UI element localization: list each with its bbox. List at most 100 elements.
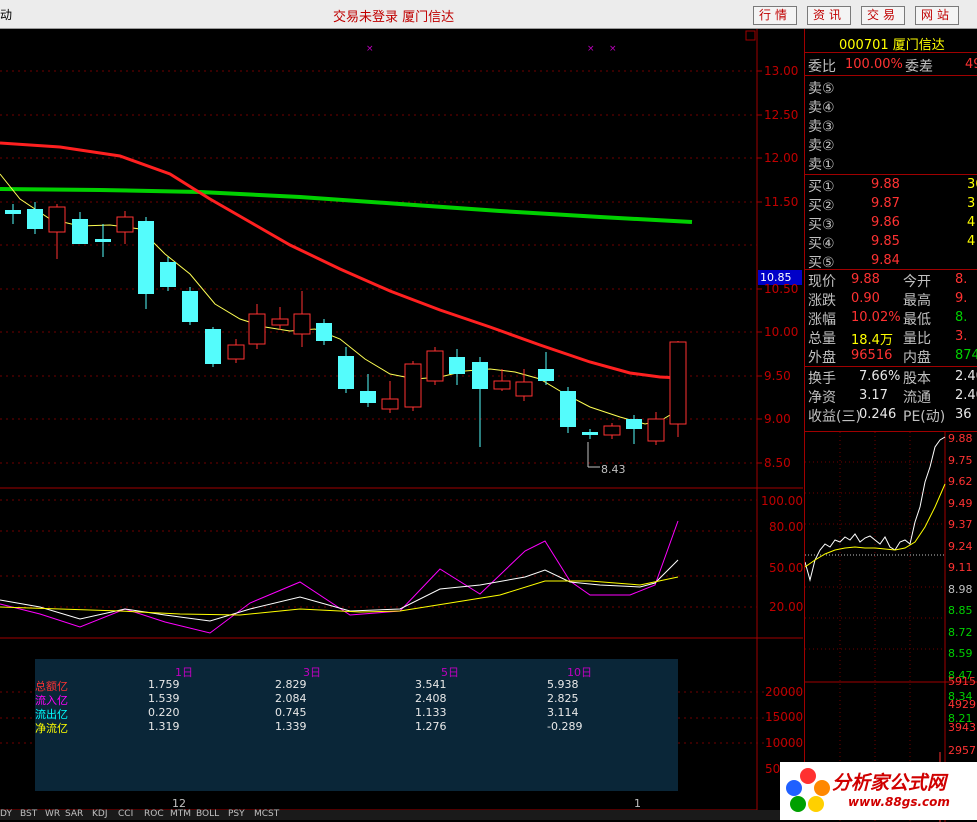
indicator-tab[interactable]: KDJ: [92, 809, 108, 819]
stat-value: 9.: [955, 291, 968, 306]
stat-value: 0.246: [859, 407, 897, 422]
logo-text: 分析家公式网: [832, 772, 947, 794]
buy-level-volume: 4: [967, 215, 976, 230]
indicator-tab[interactable]: SAR: [65, 809, 83, 819]
ma-mid-line: [0, 141, 681, 380]
buy-level-label: 买④: [808, 236, 835, 252]
price-axis-label: 12.00: [764, 151, 799, 165]
buy-level-price: 9.87: [871, 196, 900, 211]
indicator-tab[interactable]: ROC: [144, 809, 164, 819]
price-axis-label: 10.00: [764, 325, 799, 339]
fund-cell: 1.319: [148, 720, 180, 733]
event-marker: ×: [609, 44, 617, 54]
indicator-tab[interactable]: BOLL: [196, 809, 219, 819]
indicator-axis-label: 100.00: [761, 494, 803, 508]
window-title: 交易未登录 厦门信达: [333, 10, 455, 25]
candlestick: [381, 398, 399, 410]
indicator-tab[interactable]: PSY: [228, 809, 245, 819]
fund-cell: 3.114: [547, 706, 579, 719]
fund-cell: 3.541: [415, 678, 447, 691]
ma-long-line: [0, 187, 693, 224]
candlestick: [515, 381, 533, 397]
indicator-tab[interactable]: CCI: [118, 809, 133, 819]
stat-label: 内盘: [903, 350, 931, 366]
candlestick: [160, 262, 176, 287]
event-marker: ×: [366, 44, 374, 54]
candlestick: [493, 380, 511, 390]
nav-button-news[interactable]: 资讯: [807, 6, 851, 25]
fund-cell: -0.289: [547, 720, 583, 733]
candlestick: [360, 391, 376, 403]
candlestick: [647, 418, 665, 442]
indicator-line-2: [0, 559, 679, 622]
volume-axis-label: 20000: [765, 685, 804, 699]
stat-value: 3.17: [859, 388, 888, 403]
stat-value: 8.: [955, 310, 968, 325]
candlestick: [538, 369, 554, 381]
sell-level-label: 卖②: [808, 138, 835, 154]
stat-value: 7.66%: [859, 369, 901, 384]
indicator-tab[interactable]: MTM: [170, 809, 191, 819]
fund-cell: 1.759: [148, 678, 180, 691]
price-axis-label: 10.50: [764, 282, 799, 296]
stat-label: 涨幅: [808, 312, 836, 328]
stat-label: 净资: [808, 390, 836, 406]
mini-volume-label: 4929: [948, 698, 976, 711]
chart-area[interactable]: × × × 13.00 12.50 12.00 11.50 10.85 10.5…: [0, 29, 803, 820]
candlestick: [48, 206, 66, 233]
event-marker: ×: [587, 44, 595, 54]
volume-axis-label: 15000: [765, 710, 804, 724]
candlestick: [116, 216, 134, 233]
buy-level-volume: 4: [967, 234, 976, 249]
indicator-tab[interactable]: MCST: [254, 809, 279, 819]
stat-label: 量比: [903, 331, 931, 347]
mini-price-label: 9.11: [948, 561, 973, 574]
candlestick: [449, 357, 465, 374]
fund-row-label: 净流亿: [35, 722, 68, 735]
price-axis-label: 13.00: [764, 64, 799, 78]
nav-button-website[interactable]: 网站: [915, 6, 959, 25]
restore-icon[interactable]: [745, 30, 756, 41]
stat-label: 流通: [903, 390, 931, 406]
indicator-axis-label: 50.00: [769, 561, 804, 575]
candlestick: [472, 362, 488, 389]
stat-label: 现价: [808, 274, 836, 290]
mini-volume-label: 3943: [948, 721, 976, 734]
buy-level-price: 9.84: [871, 253, 900, 268]
volume-axis-label: 10000: [765, 736, 804, 750]
date-tick: 1: [634, 797, 641, 810]
buy-level-price: 9.88: [871, 177, 900, 192]
buy-level-price: 9.86: [871, 215, 900, 230]
stat-label: 今开: [903, 274, 931, 290]
mini-price-label: 8.59: [948, 647, 973, 660]
stat-label: 涨跌: [808, 293, 836, 309]
candlestick: [271, 318, 289, 326]
stat-label: 外盘: [808, 350, 836, 366]
nav-button-trade[interactable]: 交易: [861, 6, 905, 25]
buy-level-price: 9.85: [871, 234, 900, 249]
indicator-tab[interactable]: DY: [0, 809, 12, 819]
nav-button-quotes[interactable]: 行情: [753, 6, 797, 25]
mini-price-label: 9.75: [948, 453, 973, 467]
mini-price-label: 9.88: [948, 432, 973, 445]
fund-cell: 1.539: [148, 692, 180, 705]
candlestick: [669, 341, 687, 425]
buy-level-label: 买②: [808, 198, 835, 214]
candlestick: [27, 209, 43, 229]
indicator-line-1: [0, 520, 679, 634]
mini-price-label: 9.37: [948, 518, 973, 531]
indicator-tab[interactable]: WR: [45, 809, 60, 819]
candlestick: [603, 425, 621, 436]
mini-price-label: 9.24: [948, 539, 973, 553]
mini-price-label: 8.85: [948, 604, 973, 617]
stat-value: 2.40: [955, 369, 977, 384]
buy-level-volume: 36: [967, 177, 977, 192]
candlestick: [293, 313, 311, 335]
stat-value: 96516: [851, 348, 893, 363]
fund-cell: 2.084: [275, 692, 307, 705]
fund-cell: 1.339: [275, 720, 307, 733]
indicator-tab[interactable]: BST: [20, 809, 37, 819]
flower-logo-icon: [786, 768, 830, 812]
stat-label: 最高: [903, 293, 931, 309]
stat-label: 收益(三): [808, 409, 861, 425]
